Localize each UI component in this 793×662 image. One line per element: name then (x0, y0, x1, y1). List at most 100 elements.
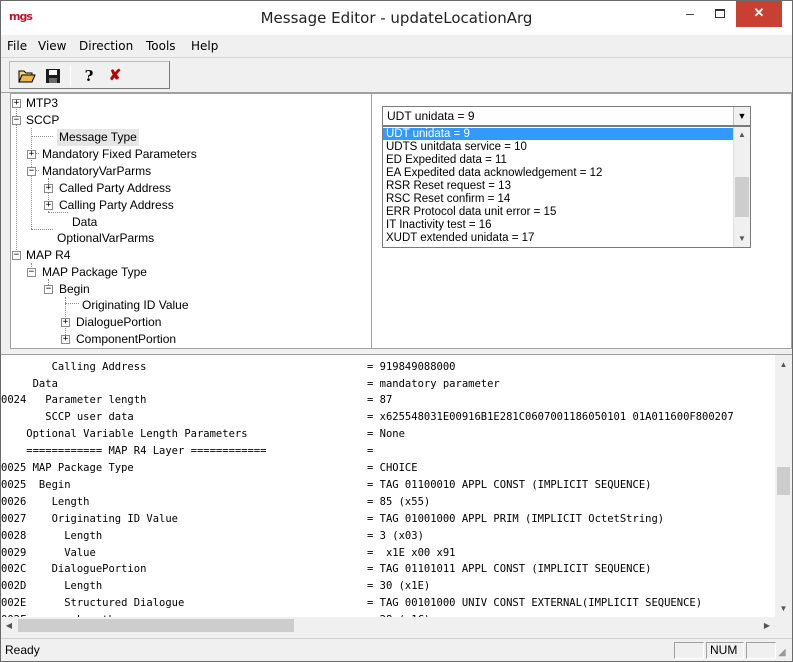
decode-field: 0025 Begin (1, 479, 71, 491)
expand-icon[interactable]: + (61, 335, 70, 344)
scroll-thumb[interactable] (735, 177, 749, 217)
dropdown-option[interactable]: XUDT extended unidata = 17 (383, 232, 733, 244)
tree-node-label[interactable]: Calling Party Address (59, 197, 174, 214)
scroll-up-icon[interactable]: ▲ (734, 127, 750, 143)
dropdown-option[interactable]: RSR Reset request = 13 (383, 180, 733, 192)
menu-file[interactable]: File (7, 35, 27, 57)
message-tree[interactable]: + MTP3 − SCCP Message Type + Mandatory F… (10, 93, 372, 349)
status-panel-scroll (746, 642, 776, 659)
decode-field: 002D Length (1, 580, 103, 592)
tree-node-label[interactable]: Mandatory Fixed Parameters (42, 146, 197, 163)
maximize-icon (715, 8, 725, 18)
help-button[interactable]: ? (78, 65, 100, 87)
field-editor-pane: UDT unidata = 9 ▼ UDT unidata = 9 UDTS u… (372, 93, 792, 349)
scroll-thumb[interactable] (18, 619, 294, 632)
dropdown-option[interactable]: ERR Protocol data unit error = 15 (383, 206, 733, 218)
decode-value: = mandatory parameter (367, 378, 500, 390)
resize-grip-icon[interactable]: ◢ (778, 647, 790, 659)
decode-value: = CHOICE (367, 462, 418, 474)
menu-tools[interactable]: Tools (146, 35, 176, 57)
tree-node-label[interactable]: SCCP (26, 112, 59, 129)
scroll-left-icon[interactable]: ◀ (1, 617, 17, 632)
collapse-icon[interactable]: − (44, 285, 53, 294)
decode-value: = TAG 01101011 APPL CONST (IMPLICIT SEQU… (367, 563, 652, 575)
dropdown-option[interactable]: IT Inactivity test = 16 (383, 219, 733, 231)
delete-button[interactable]: ✘ (104, 65, 126, 87)
close-button[interactable]: ✕ (736, 1, 782, 27)
dropdown-option[interactable]: ED Expedited data = 11 (383, 154, 733, 166)
scroll-thumb[interactable] (777, 467, 790, 495)
tree-connector (31, 136, 53, 137)
expand-icon[interactable]: + (61, 318, 70, 327)
collapse-icon[interactable]: − (27, 167, 36, 176)
dropdown-option[interactable]: UDT unidata = 9 (383, 128, 733, 140)
title-bar[interactable]: mgs Message Editor - updateLocationArg –… (1, 1, 792, 35)
window-title: Message Editor - updateLocationArg (260, 9, 533, 27)
decode-value: = None (367, 428, 405, 440)
decode-output-pane[interactable]: Calling Address = 919849088000 Data = mand… (1, 354, 792, 632)
dropdown-arrow-icon[interactable]: ▼ (733, 107, 750, 125)
message-type-select-value: UDT unidata = 9 (387, 109, 475, 123)
decode-value: = TAG 01001000 APPL PRIM (IMPLICIT Octet… (367, 513, 665, 525)
dropdown-option[interactable]: EA Expedited data acknowledgement = 12 (383, 167, 733, 179)
decode-value: = TAG 00101000 UNIV CONST EXTERNAL(IMPLI… (367, 597, 703, 609)
decode-field: 002C DialoguePortion (1, 563, 147, 575)
decode-field: 0027 Originating ID Value (1, 513, 179, 525)
decode-field: 0026 Length (1, 496, 90, 508)
message-type-select[interactable]: UDT unidata = 9 ▼ (382, 106, 751, 126)
decode-horizontal-scrollbar[interactable]: ◀ ▶ (1, 617, 775, 632)
menu-help[interactable]: Help (191, 35, 218, 57)
tree-node-label[interactable]: MAP R4 (26, 247, 70, 264)
menu-direction[interactable]: Direction (79, 35, 133, 57)
open-icon (18, 70, 36, 83)
tree-connector (31, 229, 53, 230)
tree-node-label[interactable]: MandatoryVarParms (42, 163, 151, 180)
status-panel-num: NUM (706, 642, 744, 659)
tree-node-label[interactable]: MTP3 (26, 95, 58, 112)
scroll-down-icon[interactable]: ▼ (775, 601, 792, 617)
decode-field: Calling Address (1, 361, 147, 373)
expand-icon[interactable]: + (44, 201, 53, 210)
expand-icon[interactable]: + (12, 99, 21, 108)
tree-node-label[interactable]: OptionalVarParms (57, 230, 154, 247)
decode-field: 002E Structured Dialogue (1, 597, 185, 609)
toolbar-separator (70, 65, 71, 87)
dropdown-option[interactable]: UDTS unitdata service = 10 (383, 141, 733, 153)
message-type-dropdown-list[interactable]: UDT unidata = 9 UDTS unitdata service = … (382, 126, 751, 248)
tree-node-label[interactable]: Message Type (57, 129, 139, 146)
tree-node-label[interactable]: Called Party Address (59, 180, 171, 197)
scroll-up-icon[interactable]: ▲ (775, 357, 792, 373)
expand-icon[interactable]: + (27, 150, 36, 159)
scroll-down-icon[interactable]: ▼ (734, 231, 750, 247)
decode-value: = 30 (x1E) (367, 580, 431, 592)
collapse-icon[interactable]: − (27, 268, 36, 277)
status-text: Ready (5, 643, 40, 657)
collapse-icon[interactable]: − (12, 116, 21, 125)
decode-field: 0024 Parameter length (1, 394, 147, 406)
tree-node-label[interactable]: MAP Package Type (42, 264, 147, 281)
decode-field: ============ MAP R4 Layer ============ (1, 445, 267, 457)
tree-node-label[interactable]: Data (72, 214, 97, 231)
tree-node-label[interactable]: Begin (59, 281, 90, 298)
decode-value: = 85 (x55) (367, 496, 431, 508)
dropdown-scrollbar[interactable]: ▲ ▼ (733, 127, 750, 247)
minimize-button[interactable]: – (675, 1, 705, 27)
maximize-button[interactable] (705, 1, 735, 27)
save-button[interactable] (42, 65, 64, 87)
expand-icon[interactable]: + (44, 184, 53, 193)
decode-field: Data (1, 378, 58, 390)
tree-node-label[interactable]: DialoguePortion (76, 314, 161, 331)
toolbar: ? ✘ (1, 57, 792, 93)
menu-view[interactable]: View (38, 35, 66, 57)
collapse-icon[interactable]: − (12, 251, 21, 260)
dropdown-option[interactable]: RSC Reset confirm = 14 (383, 193, 733, 205)
tree-node-label[interactable]: ComponentPortion (76, 331, 176, 348)
tree-connector (65, 303, 79, 304)
decode-value: = x1E x00 x91 (367, 547, 456, 559)
save-icon (46, 69, 60, 83)
open-button[interactable] (16, 65, 38, 87)
scroll-right-icon[interactable]: ▶ (759, 617, 775, 632)
decode-value: = 919849088000 (367, 361, 456, 373)
tree-node-label[interactable]: Originating ID Value (82, 297, 189, 314)
decode-vertical-scrollbar[interactable]: ▲ ▼ (775, 355, 792, 617)
